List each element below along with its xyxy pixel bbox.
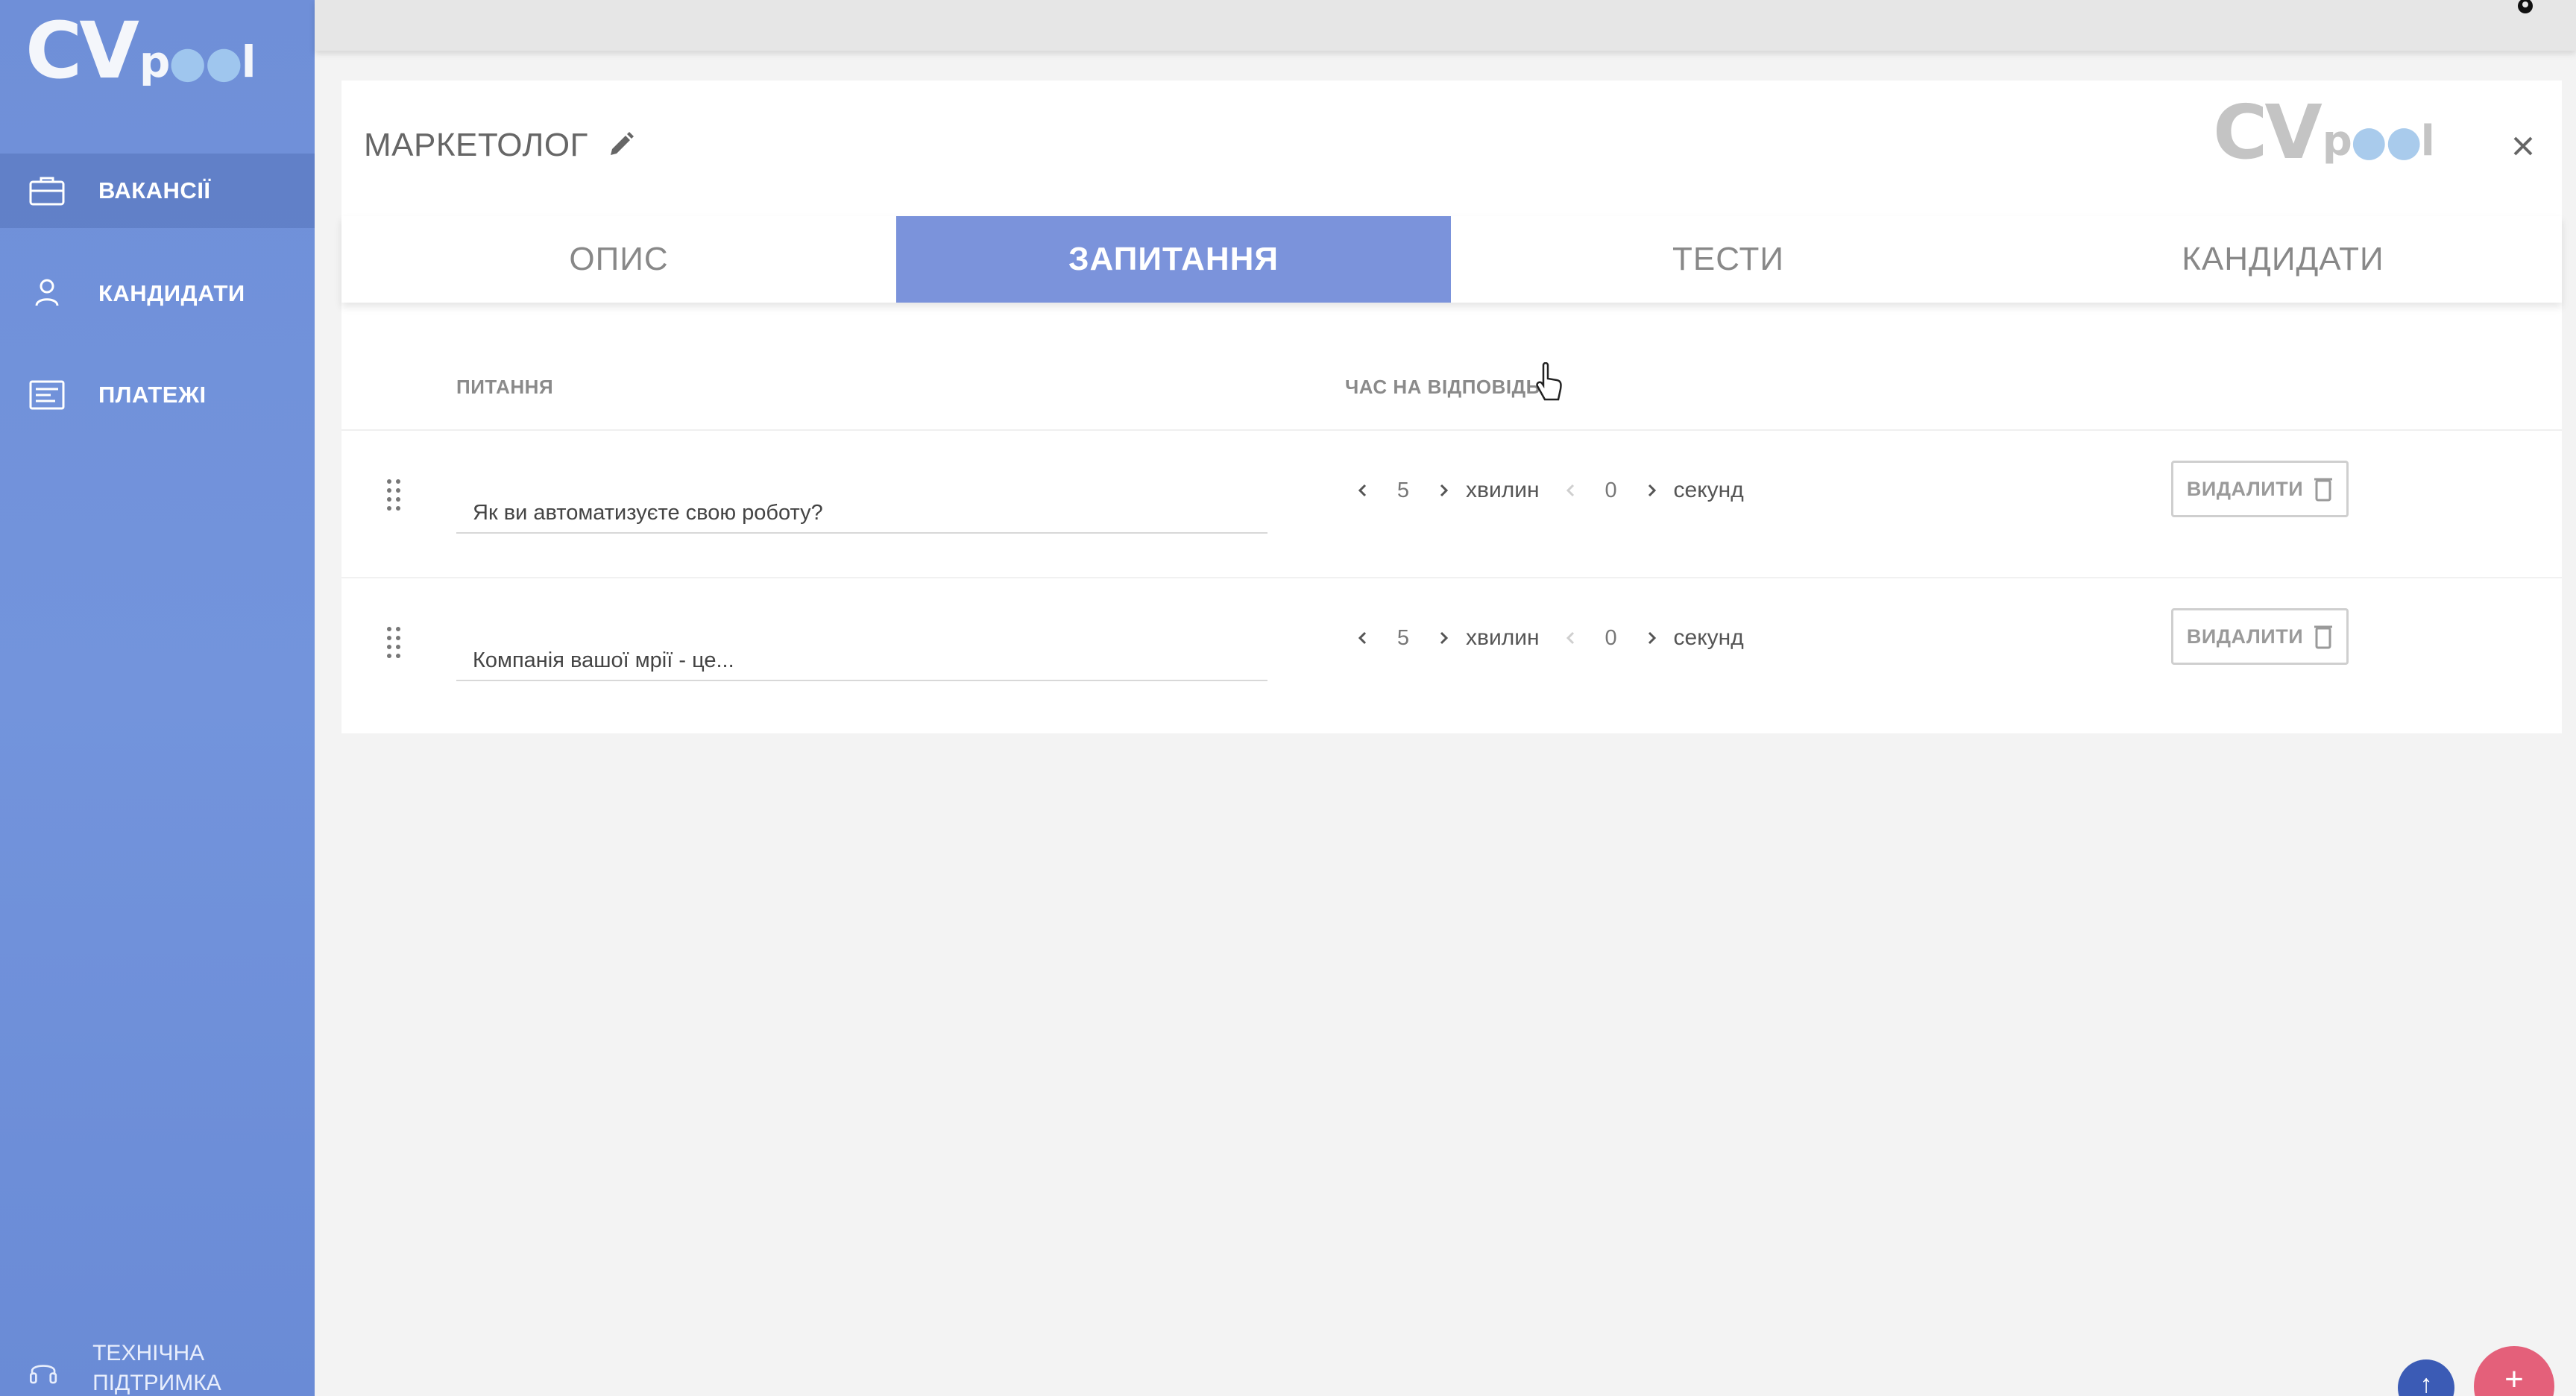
support-label: ТЕХНІЧНА ПІДТРИМКА bbox=[92, 1341, 221, 1395]
minutes-unit: хвилин bbox=[1466, 625, 1540, 650]
delete-question-button[interactable]: ВИДАЛИТИ bbox=[2171, 608, 2349, 665]
vacancy-title: МАРКЕТОЛОГ bbox=[364, 127, 588, 163]
question-input[interactable] bbox=[456, 628, 1267, 681]
sidebar-item-vacancies[interactable]: ВАКАНСІЇ bbox=[0, 154, 315, 228]
minutes-decrease-icon[interactable] bbox=[1348, 476, 1378, 505]
seconds-increase-icon[interactable] bbox=[1637, 476, 1666, 505]
app-logo[interactable]: CV p●●l bbox=[25, 5, 256, 96]
close-icon[interactable] bbox=[2504, 127, 2542, 165]
trash-icon bbox=[2314, 624, 2333, 649]
logo-pool: p●●l bbox=[139, 37, 256, 87]
briefcase-icon bbox=[27, 173, 67, 209]
person-icon bbox=[27, 276, 67, 312]
sidebar-item-candidates[interactable]: КАНДИДАТИ bbox=[0, 256, 315, 331]
seconds-value: 0 bbox=[1605, 478, 1617, 502]
tab-candidates[interactable]: КАНДИДАТИ bbox=[2006, 216, 2560, 303]
sidebar-item-support[interactable]: ТЕХНІЧНА ПІДТРИМКА bbox=[27, 1339, 310, 1396]
brand-logo-cv: CV bbox=[2213, 89, 2323, 176]
seconds-increase-icon[interactable] bbox=[1637, 623, 1666, 653]
add-fab-button[interactable]: + bbox=[2474, 1346, 2554, 1396]
column-header-time: ЧАС НА ВІДПОВІДЬ bbox=[1345, 376, 1540, 398]
vacancy-header: МАРКЕТОЛОГ CV p●●l bbox=[341, 80, 2562, 215]
question-row: 5 хвилин 0 секунд ВИДАЛИТИ bbox=[341, 580, 2562, 726]
minutes-value: 5 bbox=[1396, 625, 1410, 650]
tab-description[interactable]: ОПИС bbox=[341, 216, 896, 303]
answer-time-stepper: 5 хвилин 0 секунд bbox=[1348, 468, 1760, 513]
minutes-increase-icon[interactable] bbox=[1429, 623, 1458, 653]
minutes-value: 5 bbox=[1396, 478, 1410, 502]
help-fab-button[interactable]: ↑ bbox=[2398, 1359, 2454, 1396]
sidebar: CV p●●l ВАКАНСІЇ КАНДИДАТИ ПЛАТЕЖІ ТЕХНІ… bbox=[0, 0, 315, 1396]
pencil-icon[interactable] bbox=[605, 130, 636, 161]
delete-label: ВИДАЛИТИ bbox=[2186, 625, 2304, 648]
seconds-unit: секунд bbox=[1673, 478, 1744, 502]
app-root: CV p●●l ВАКАНСІЇ КАНДИДАТИ ПЛАТЕЖІ ТЕХНІ… bbox=[0, 0, 2576, 1396]
seconds-unit: секунд bbox=[1673, 625, 1744, 650]
minutes-increase-icon[interactable] bbox=[1429, 476, 1458, 505]
logo-cv: CV bbox=[25, 5, 139, 96]
sidebar-item-payments[interactable]: ПЛАТЕЖІ bbox=[0, 358, 315, 432]
top-bar bbox=[315, 0, 2576, 51]
vacancy-tabs: ОПИС ЗАПИТАННЯ ТЕСТИ КАНДИДАТИ bbox=[341, 216, 2562, 303]
vacancy-title-group: МАРКЕТОЛОГ bbox=[364, 127, 636, 164]
seconds-decrease-icon[interactable] bbox=[1556, 623, 1586, 653]
seconds-decrease-icon[interactable] bbox=[1556, 476, 1586, 505]
brand-logo-pool: p●●l bbox=[2322, 117, 2435, 165]
sidebar-item-label: ВАКАНСІЇ bbox=[98, 177, 211, 203]
tab-questions[interactable]: ЗАПИТАННЯ bbox=[896, 216, 1451, 303]
trash-icon bbox=[2314, 476, 2333, 502]
seconds-value: 0 bbox=[1605, 625, 1617, 650]
hand-cursor-icon bbox=[1534, 361, 1564, 404]
answer-time-stepper: 5 хвилин 0 секунд bbox=[1348, 616, 1760, 660]
receipt-icon bbox=[27, 377, 67, 413]
tab-tests[interactable]: ТЕСТИ bbox=[1451, 216, 2006, 303]
sidebar-item-label: ПЛАТЕЖІ bbox=[98, 382, 207, 408]
vacancy-card: МАРКЕТОЛОГ CV p●●l ОПИС ЗАПИТАННЯ ТЕСТИ … bbox=[341, 80, 2562, 733]
brand-logo: CV p●●l bbox=[2213, 80, 2435, 176]
column-header-question: ПИТАННЯ bbox=[456, 376, 554, 398]
question-row: 5 хвилин 0 секунд ВИДАЛИТИ bbox=[341, 432, 2562, 578]
account-icon[interactable] bbox=[2510, 0, 2540, 24]
delete-label: ВИДАЛИТИ bbox=[2186, 477, 2304, 500]
minutes-decrease-icon[interactable] bbox=[1348, 623, 1378, 653]
question-input[interactable] bbox=[456, 480, 1267, 534]
headset-icon bbox=[27, 1355, 60, 1392]
minutes-unit: хвилин bbox=[1466, 478, 1540, 502]
drag-handle-icon[interactable] bbox=[383, 625, 404, 663]
questions-table-header: ПИТАННЯ ЧАС НА ВІДПОВІДЬ bbox=[341, 349, 2562, 431]
drag-handle-icon[interactable] bbox=[383, 477, 404, 516]
delete-question-button[interactable]: ВИДАЛИТИ bbox=[2171, 461, 2349, 517]
sidebar-item-label: КАНДИДАТИ bbox=[98, 280, 245, 306]
